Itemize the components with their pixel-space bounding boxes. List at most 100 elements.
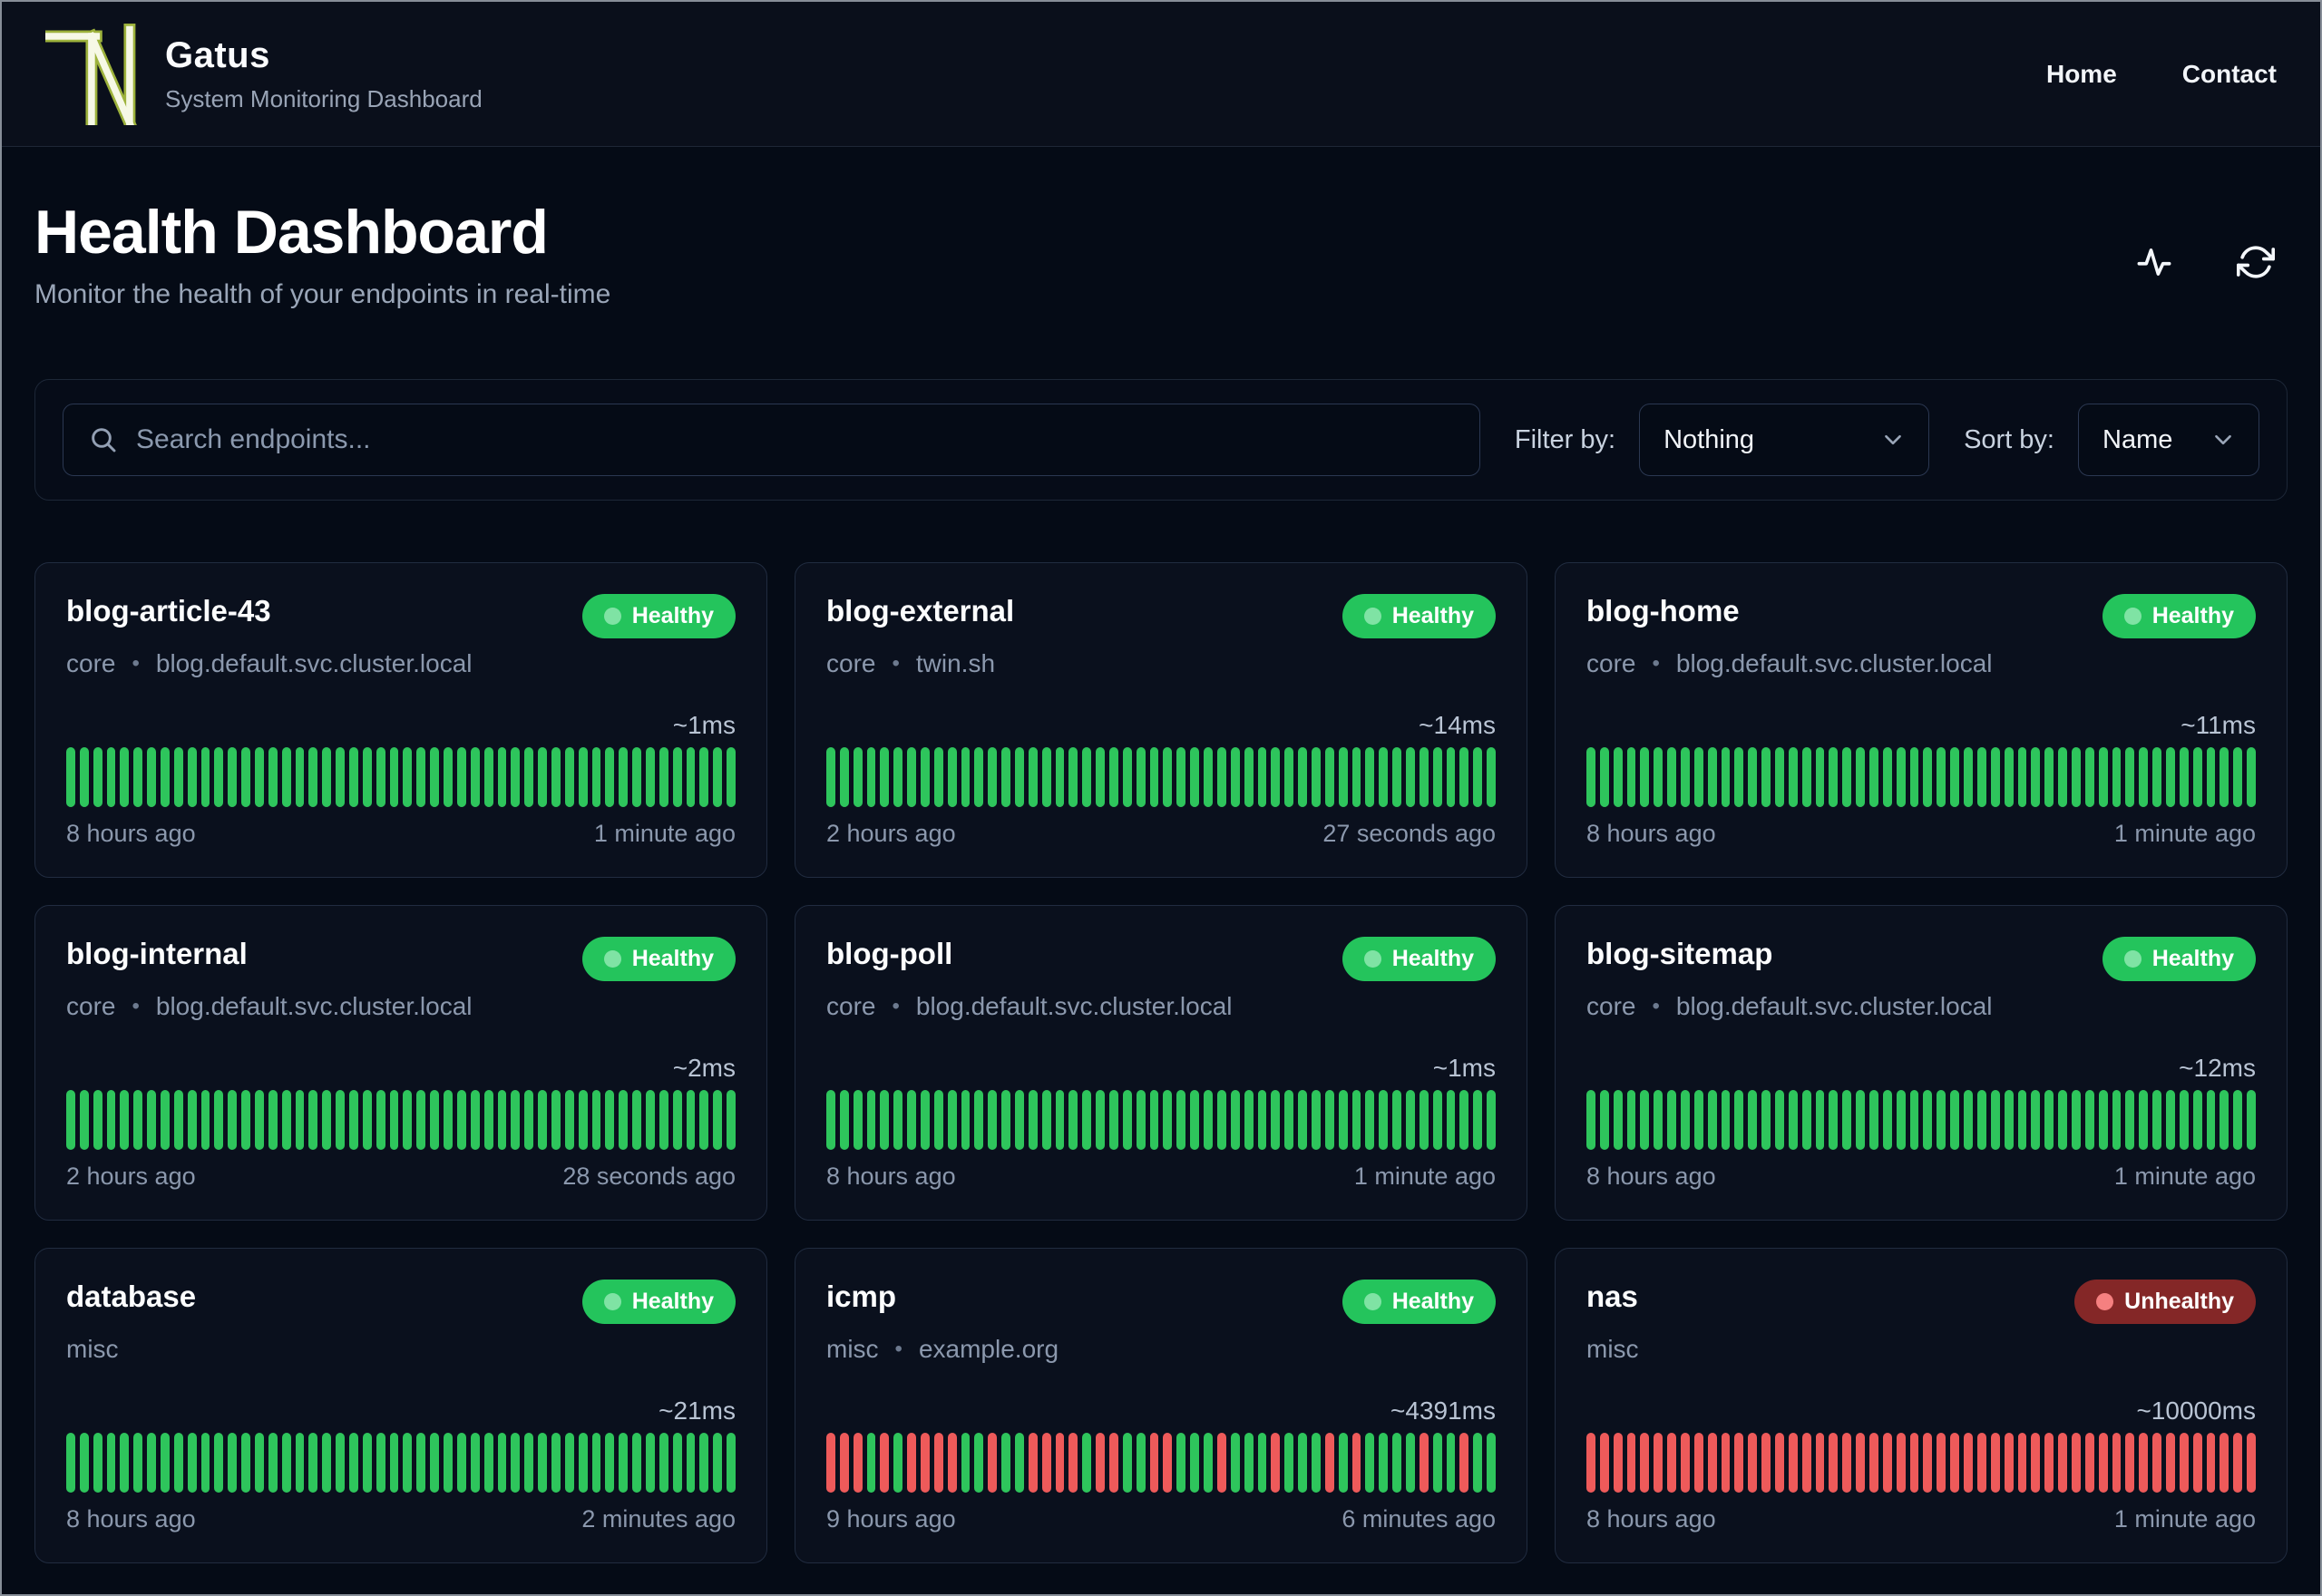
uptime-bar [988,747,997,807]
uptime-bar [1163,1090,1172,1150]
uptime-bar [147,1433,156,1493]
endpoint-card[interactable]: blog-article-43 Healthy core • blog.defa… [34,562,767,878]
uptime-bar [161,1090,170,1150]
uptime-bar [1365,1090,1374,1150]
endpoint-card[interactable]: blog-sitemap Healthy core • blog.default… [1555,905,2288,1221]
uptime-bar [1667,747,1676,807]
latency-value: ~4391ms [826,1396,1496,1426]
meta-separator-dot: • [895,1337,902,1362]
uptime-bar [2005,747,2014,807]
endpoint-group: core [826,992,875,1021]
uptime-bar [1816,1090,1825,1150]
uptime-bar [241,747,250,807]
uptime-bar [1312,747,1321,807]
card-footer: 8 hours ago 1 minute ago [1586,1163,2256,1191]
uptime-bar [727,747,736,807]
uptime-bar [713,1433,722,1493]
activity-toggle-button[interactable] [2133,241,2175,283]
uptime-bar [893,747,902,807]
uptime-bar [1681,747,1690,807]
sort-select[interactable]: Name [2078,404,2259,476]
endpoint-group: misc [1586,1335,1639,1364]
uptime-bar [296,1433,305,1493]
filter-select[interactable]: Nothing [1639,404,1929,476]
uptime-bar [403,1090,412,1150]
uptime-bar [1082,1090,1091,1150]
oldest-timestamp: 8 hours ago [1586,1163,1716,1191]
uptime-bar [1708,1433,1717,1493]
uptime-bar [893,1433,902,1493]
uptime-bar [390,1433,399,1493]
endpoint-card[interactable]: blog-internal Healthy core • blog.defaul… [34,905,767,1221]
endpoint-card[interactable]: icmp Healthy misc • example.org ~4391ms … [795,1248,1527,1563]
page-title: Health Dashboard [34,198,610,267]
uptime-bar [1231,1090,1240,1150]
card-header: blog-home Healthy [1586,594,2256,638]
endpoint-card[interactable]: blog-home Healthy core • blog.default.sv… [1555,562,2288,878]
refresh-button[interactable] [2235,241,2277,283]
uptime-bar [1869,747,1878,807]
uptime-bar [2058,747,2067,807]
oldest-timestamp: 2 hours ago [826,820,956,848]
uptime-bar [1042,747,1051,807]
endpoint-card[interactable]: database Healthy misc ~21ms 8 hours ago … [34,1248,767,1563]
uptime-bar [1325,1090,1334,1150]
uptime-bar [308,1090,317,1150]
uptime-bar [1964,1090,1973,1150]
status-dot-icon [604,950,621,968]
uptime-bar [147,1090,156,1150]
uptime-bar [1029,1090,1038,1150]
uptime-bar [268,1090,278,1150]
endpoint-card[interactable]: blog-external Healthy core • twin.sh ~14… [795,562,1527,878]
uptime-bar [363,1090,372,1150]
nav-link-contact[interactable]: Contact [2182,60,2277,89]
uptime-bar [416,747,425,807]
uptime-bar [948,747,957,807]
endpoint-card[interactable]: nas Unhealthy misc ~10000ms 8 hours ago … [1555,1248,2288,1563]
status-dot-icon [2124,950,2142,968]
uptime-bar [1802,1433,1811,1493]
uptime-bar [1640,747,1649,807]
uptime-bar [1600,747,1609,807]
uptime-bar [619,1433,628,1493]
uptime-bar [1802,1090,1811,1150]
uptime-bar [1339,1090,1348,1150]
uptime-bar [2112,747,2122,807]
uptime-bar [1654,1090,1663,1150]
uptime-bar [363,1433,372,1493]
uptime-bar [1842,1433,1851,1493]
uptime-bar [214,1090,223,1150]
uptime-bar [1734,747,1743,807]
uptime-bar [2180,747,2189,807]
endpoint-name: blog-article-43 [66,594,271,628]
uptime-bar [619,1090,628,1150]
uptime-bar [1614,1090,1623,1150]
uptime-bar [241,1090,250,1150]
uptime-bar [188,747,197,807]
endpoint-name: blog-sitemap [1586,937,1772,971]
uptime-bar [551,1090,561,1150]
uptime-bar [2031,747,2040,807]
latency-value: ~11ms [1586,711,2256,740]
uptime-bar [1298,747,1307,807]
endpoint-card[interactable]: blog-poll Healthy core • blog.default.sv… [795,905,1527,1221]
uptime-bar [605,747,614,807]
uptime-bar [1217,1433,1226,1493]
uptime-bar [2125,1433,2134,1493]
search-input[interactable] [136,424,1454,455]
uptime-bar [907,747,916,807]
uptime-bar [1217,747,1226,807]
uptime-bar [1640,1433,1649,1493]
uptime-bar [268,747,278,807]
uptime-bar [1734,1433,1743,1493]
uptime-bar [988,1433,997,1493]
meta-separator-dot: • [1652,994,1659,1019]
newest-timestamp: 1 minute ago [1354,1163,1496,1191]
uptime-bar [579,747,588,807]
uptime-bar [2220,1433,2229,1493]
uptime-bar [880,747,889,807]
uptime-bar [1150,1090,1159,1150]
uptime-bar [1923,1433,1932,1493]
nav-link-home[interactable]: Home [2046,60,2117,89]
card-header: blog-internal Healthy [66,937,736,981]
